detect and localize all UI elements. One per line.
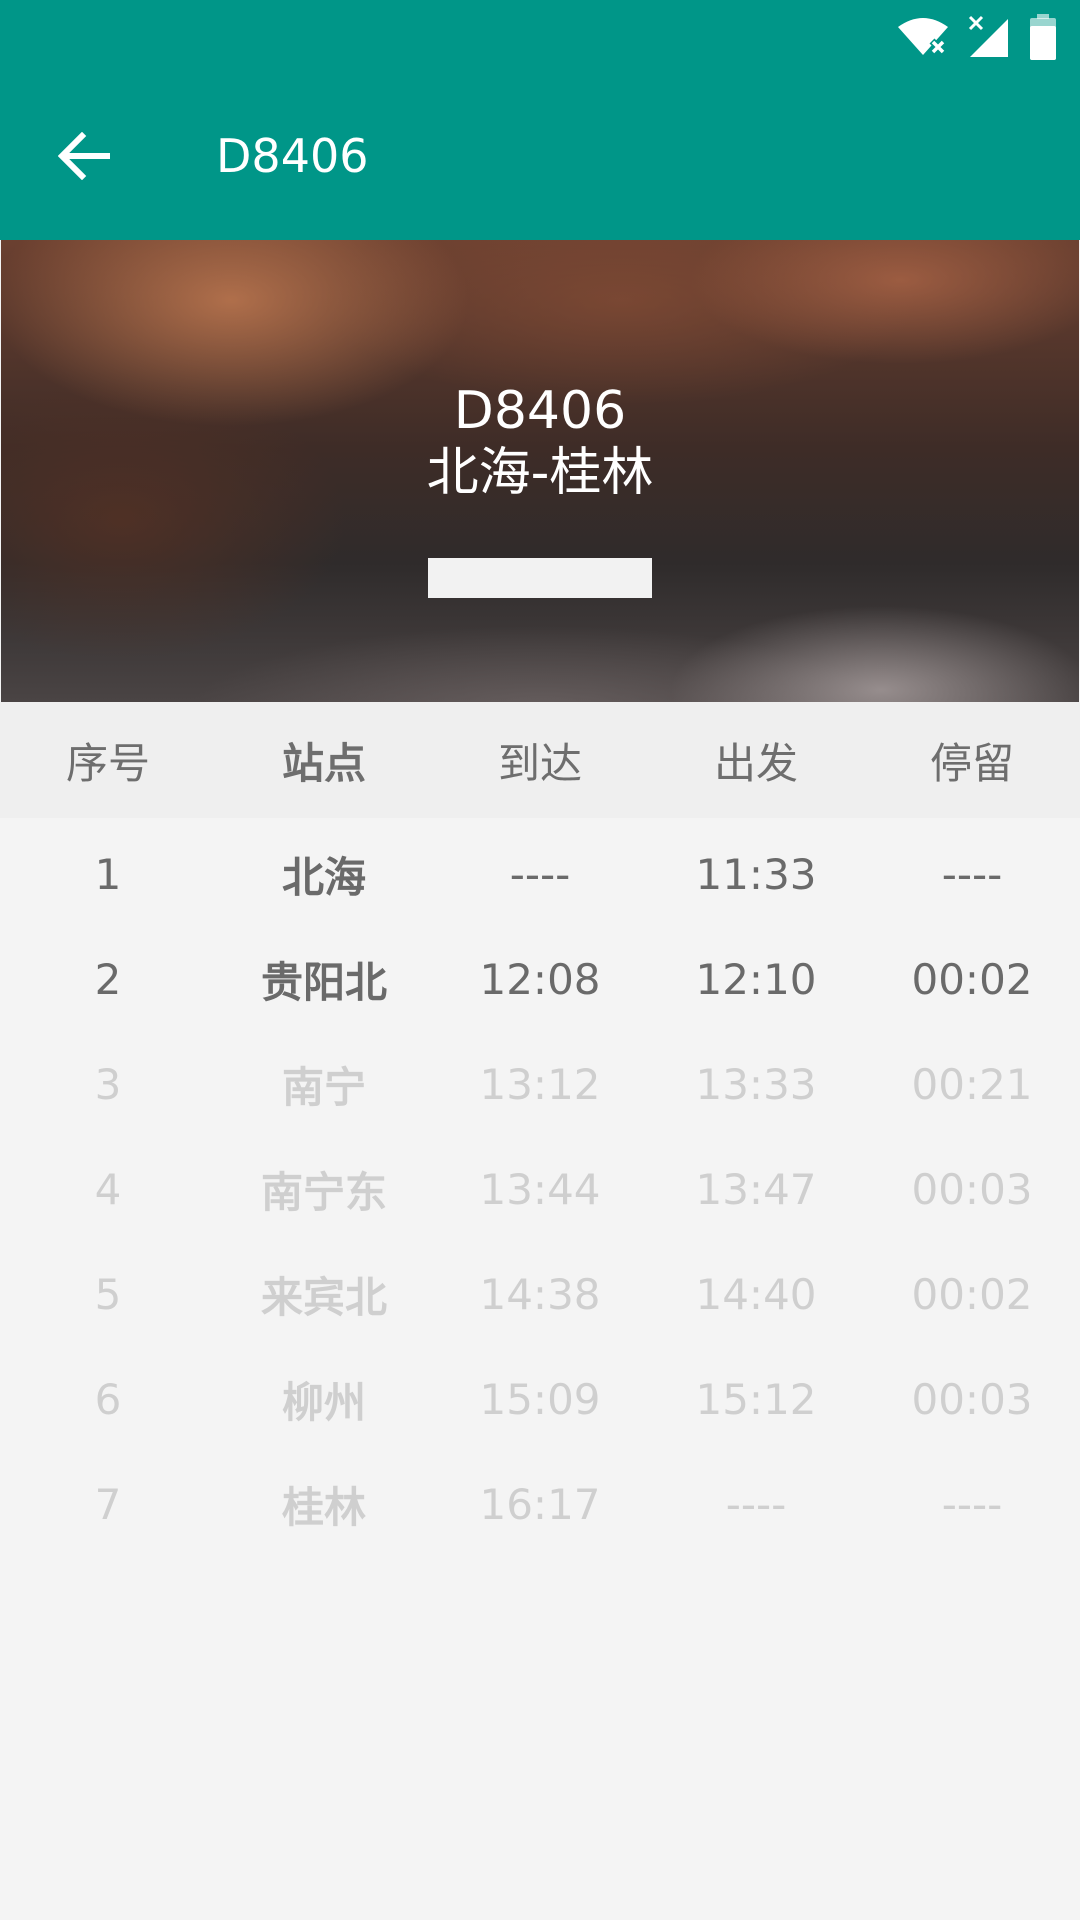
train-hero-banner: D8406 北海-桂林 [1,240,1079,702]
row-arrive: ---- [509,850,571,899]
row-stop: 00:02 [911,1270,1033,1319]
row-stop: 00:03 [911,1165,1033,1214]
app-bar: D8406 [0,0,1080,240]
row-arrive: 14:38 [479,1270,601,1319]
row-stop: ---- [941,1480,1003,1529]
row-depart: 15:12 [695,1375,817,1424]
row-index: 7 [94,1480,122,1529]
row-arrive: 13:44 [479,1165,601,1214]
row-depart: 14:40 [695,1270,817,1319]
arrow-left-icon [57,131,111,184]
status-bar [896,12,1058,62]
row-depart: ---- [725,1480,787,1529]
hero-placeholder-bar [428,558,652,598]
row-arrive: 15:09 [479,1375,601,1424]
stations-list: 1 北海 ---- 11:33 ---- 2 贵阳北 12:08 12:10 0… [0,822,1080,1557]
page-title: D8406 [216,129,369,183]
wifi-off-icon [896,15,950,59]
header-stop: 停留 [929,738,1014,788]
signal-off-icon [966,15,1012,59]
row-station: 贵阳北 [260,958,387,1007]
row-station: 柳州 [281,1378,366,1427]
row-stop: 00:03 [911,1375,1033,1424]
row-index: 6 [94,1375,122,1424]
row-index: 4 [94,1165,122,1214]
row-station: 桂林 [281,1483,366,1532]
table-row[interactable]: 3 南宁 13:12 13:33 00:21 [0,1032,1080,1137]
row-index: 1 [94,850,122,899]
row-depart: 13:47 [695,1165,817,1214]
row-depart: 12:10 [695,955,817,1004]
battery-icon [1028,14,1058,60]
table-row[interactable]: 5 来宾北 14:38 14:40 00:02 [0,1242,1080,1347]
row-arrive: 12:08 [479,955,601,1004]
row-station: 南宁 [281,1063,366,1112]
back-button[interactable] [44,118,124,198]
row-index: 2 [94,955,122,1004]
row-station: 北海 [281,853,366,902]
row-depart: 11:33 [695,850,817,899]
row-depart: 13:33 [695,1060,817,1109]
row-index: 3 [94,1060,122,1109]
table-row[interactable]: 1 北海 ---- 11:33 ---- [0,822,1080,927]
row-arrive: 16:17 [479,1480,601,1529]
header-arrive: 到达 [497,738,582,788]
table-row[interactable]: 4 南宁东 13:44 13:47 00:03 [0,1137,1080,1242]
table-row[interactable]: 6 柳州 15:09 15:12 00:03 [0,1347,1080,1452]
header-depart: 出发 [713,738,798,788]
header-station: 站点 [281,738,366,788]
row-arrive: 13:12 [479,1060,601,1109]
row-index: 5 [94,1270,122,1319]
hero-train-number: D8406 [453,381,627,441]
row-stop: 00:02 [911,955,1033,1004]
table-row[interactable]: 2 贵阳北 12:08 12:10 00:02 [0,927,1080,1032]
table-row[interactable]: 7 桂林 16:17 ---- ---- [0,1452,1080,1557]
table-header: 序号 站点 到达 出发 停留 [0,702,1080,818]
row-stop: ---- [941,850,1003,899]
hero-route: 北海-桂林 [426,443,654,503]
row-station: 来宾北 [260,1273,387,1322]
row-stop: 00:21 [911,1060,1033,1109]
header-index: 序号 [65,738,150,788]
row-station: 南宁东 [260,1168,387,1217]
